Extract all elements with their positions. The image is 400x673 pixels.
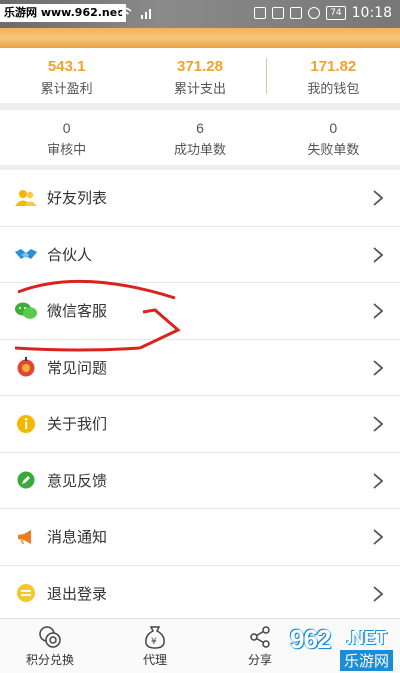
nav-agent[interactable]: ¥ 代理: [100, 619, 210, 673]
header-banner: [0, 28, 400, 48]
coins-icon: [0, 625, 100, 649]
stat-success-orders[interactable]: 6 成功单数: [133, 110, 266, 165]
menu-item-label: 常见问题: [47, 358, 108, 377]
signal-icon: [141, 9, 151, 19]
stat-under-review[interactable]: 0 审核中: [0, 110, 133, 165]
menu-item-label: 好友列表: [47, 189, 108, 208]
menu-item-about-us[interactable]: 关于我们: [0, 396, 400, 453]
nav-label: 积分兑换: [25, 653, 74, 667]
menu-item-label: 退出登录: [47, 584, 108, 603]
mail-icon: [254, 7, 267, 19]
status-bar: 乐游网 www.962.net 74 10:18: [0, 0, 400, 28]
question-icon: [15, 356, 37, 378]
stat-value: 171.82: [310, 58, 357, 75]
stat-value: 0: [62, 120, 71, 136]
chevron-right-icon: [373, 585, 384, 602]
chevron-right-icon: [373, 472, 384, 489]
nav-points-exchange[interactable]: 积分兑换: [0, 619, 100, 673]
menu-item-partner[interactable]: 合伙人: [0, 226, 400, 283]
battery-icon: 74: [326, 6, 346, 20]
wifi-icon: [116, 7, 132, 20]
chevron-right-icon: [373, 190, 384, 206]
chevron-right-icon: [373, 359, 384, 376]
logo-cn: 乐游网: [340, 650, 394, 671]
site-logo-watermark: 962 .NET 乐游网: [288, 620, 400, 673]
stat-value: 6: [196, 120, 204, 136]
wechat-icon: [15, 300, 37, 322]
stat-label: 累计盈利: [40, 82, 93, 97]
stat-total-profit[interactable]: 543.1 累计盈利: [0, 48, 133, 103]
menu-item-wechat-service[interactable]: 微信客服: [0, 283, 400, 340]
stat-my-wallet[interactable]: 171.82 我的钱包: [267, 48, 400, 103]
chevron-right-icon: [373, 529, 384, 545]
menu-item-notifications[interactable]: 消息通知: [0, 509, 400, 566]
chevron-right-icon: [373, 246, 384, 263]
site-watermark: 乐游网 www.962.net: [0, 4, 127, 22]
stat-total-expense[interactable]: 371.28 累计支出: [133, 48, 266, 103]
friends-icon: [15, 187, 37, 209]
logo-net: .NET: [346, 628, 388, 648]
menu-item-label: 微信客服: [47, 302, 108, 321]
feedback-icon: [15, 469, 37, 491]
stat-label: 我的钱包: [307, 82, 360, 97]
handshake-icon: [15, 243, 37, 265]
stats-orders: 0 审核中 6 成功单数 0 失败单数: [0, 110, 400, 165]
stat-value: 0: [329, 120, 338, 136]
logout-icon: [15, 582, 37, 604]
alarm-icon: [308, 7, 321, 19]
divider: [266, 58, 267, 94]
stat-label: 成功单数: [173, 143, 226, 158]
money-bag-icon: ¥: [100, 625, 210, 649]
stat-label: 失败单数: [307, 143, 360, 158]
megaphone-icon: [15, 526, 37, 548]
menu-item-feedback[interactable]: 意见反馈: [0, 452, 400, 509]
stat-value: 371.28: [177, 58, 223, 75]
nfc-icon: [272, 7, 285, 19]
stat-failed-orders[interactable]: 0 失败单数: [267, 110, 400, 165]
clock: 10:18: [351, 5, 392, 21]
nav-label: 代理: [142, 653, 167, 667]
info-icon: [15, 413, 37, 435]
menu-item-label: 意见反馈: [47, 471, 108, 490]
menu-item-label: 关于我们: [47, 415, 108, 434]
chevron-right-icon: [373, 416, 384, 432]
stat-label: 审核中: [47, 143, 87, 158]
menu-item-friends[interactable]: 好友列表: [0, 170, 400, 227]
menu-list: 好友列表 合伙人 微信客服 常见问题 关于我们 意见反馈 消息通知 退出登录: [0, 170, 400, 622]
chevron-right-icon: [373, 303, 384, 319]
menu-item-label: 合伙人: [47, 245, 93, 264]
vibrate-icon: [290, 7, 303, 19]
menu-item-faq[interactable]: 常见问题: [0, 339, 400, 396]
menu-item-label: 消息通知: [47, 528, 108, 547]
svg-text:¥: ¥: [151, 637, 157, 647]
logo-number: 962: [290, 624, 331, 654]
section-gap: [0, 103, 400, 110]
stat-label: 累计支出: [173, 82, 226, 97]
stat-value: 543.1: [47, 58, 86, 75]
stats-earnings: 543.1 累计盈利 371.28 累计支出 171.82 我的钱包: [0, 48, 400, 103]
menu-item-logout[interactable]: 退出登录: [0, 565, 400, 622]
